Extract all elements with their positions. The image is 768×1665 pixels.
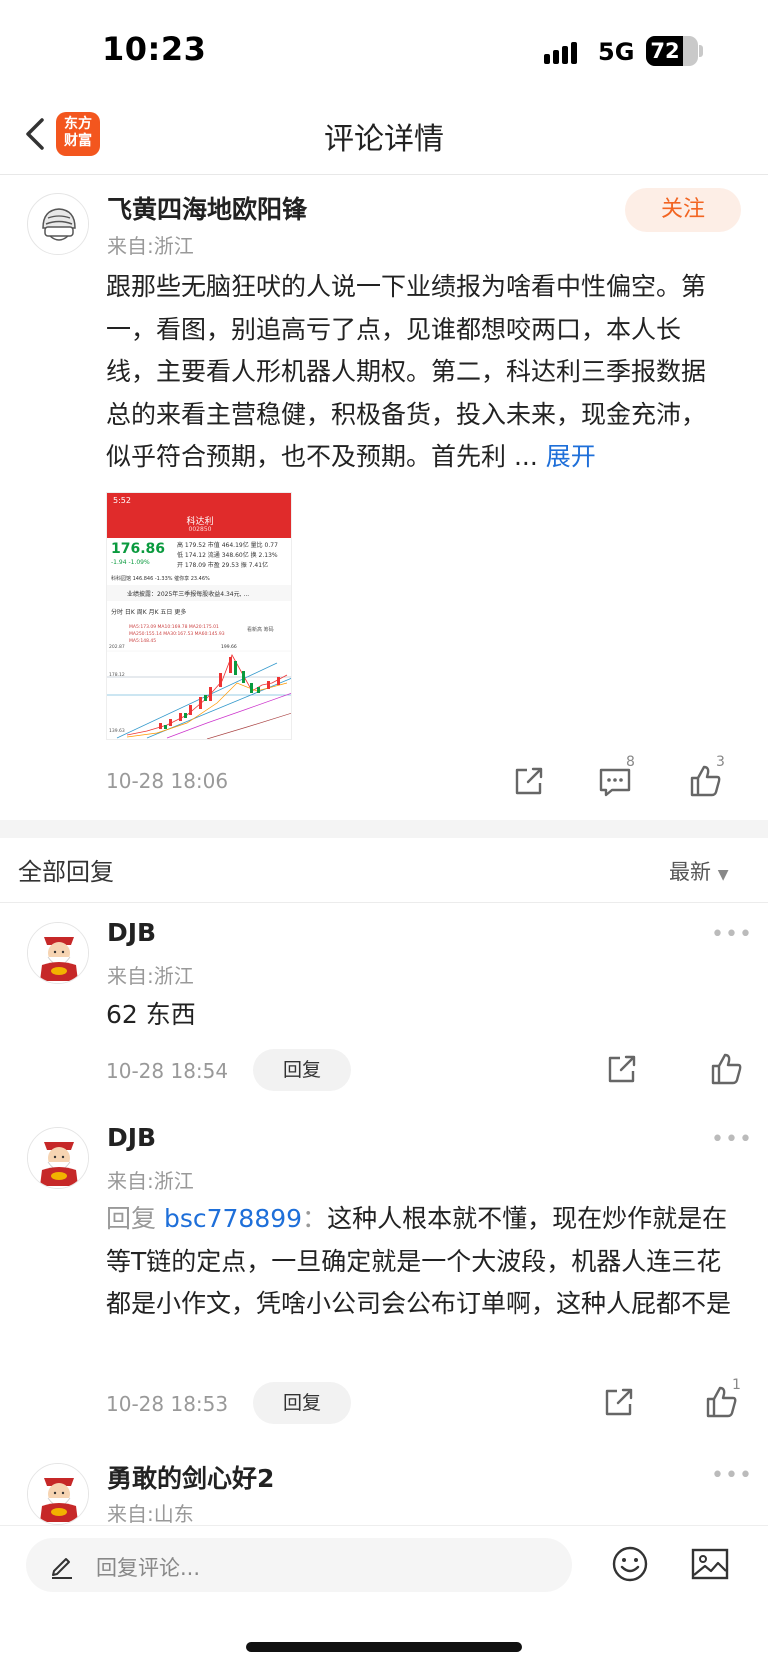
reply-body: 回复 bsc778899：这种人根本就不懂，现在炒作就是在等T链的定点，一旦确定… <box>106 1198 746 1326</box>
reply-text: 62 东西 <box>106 1000 196 1029</box>
image-price: 176.86 <box>111 541 166 557</box>
reply-button[interactable]: 回复 <box>253 1049 351 1091</box>
post-location: 来自:浙江 <box>107 234 194 258</box>
image-ma-line: MA5:173.09 MA10:169.78 MA20:175.01 <box>129 625 219 630</box>
post-author-name[interactable]: 飞黄四海地欧阳锋 <box>107 190 307 226</box>
image-quote-row: 低 174.12 流通 348.60亿 换 2.13% <box>177 552 278 559</box>
reply-location: 来自:浙江 <box>107 964 194 988</box>
page-title: 评论详情 <box>324 122 444 157</box>
reply-input-placeholder: 回复评论... <box>96 1556 201 1580</box>
more-icon[interactable]: ••• <box>711 1127 753 1152</box>
reply-time: 10-28 18:53 <box>106 1392 229 1416</box>
home-indicator <box>246 1642 522 1652</box>
divider <box>0 174 768 175</box>
share-icon[interactable] <box>603 1050 641 1088</box>
fortune-god-avatar-icon <box>28 923 88 983</box>
like-count: 3 <box>716 754 725 770</box>
mention-link[interactable]: bsc778899 <box>164 1204 302 1233</box>
network-label: 5G <box>598 38 635 66</box>
more-icon[interactable]: ••• <box>711 922 753 947</box>
reply-location: 来自:山东 <box>107 1502 194 1526</box>
more-icon[interactable]: ••• <box>711 1463 753 1488</box>
reply-location: 来自:浙江 <box>107 1169 194 1193</box>
replies-title: 全部回复 <box>18 858 114 886</box>
sort-label: 最新 <box>669 860 711 884</box>
reply-time: 10-28 18:54 <box>106 1059 229 1083</box>
status-time: 10:23 <box>102 30 207 68</box>
signal-icon <box>544 42 577 64</box>
post-author-avatar[interactable] <box>27 193 89 255</box>
post-image[interactable]: 5:52 科达利 002850 176.86 -1.94 -1.09% 高 17… <box>106 492 292 740</box>
section-separator <box>0 820 768 838</box>
image-quote-row: 开 178.09 市盈 29.53 振 7.41亿 <box>177 562 269 569</box>
like-count: 1 <box>732 1377 741 1393</box>
image-change-pct: -1.09% <box>128 559 150 566</box>
reply-author-name[interactable]: DJB <box>107 918 156 947</box>
image-quote-table: 高 179.52 市值 464.19亿 量比 0.77 低 174.12 流通 … <box>177 541 291 571</box>
caret-down-icon: ▼ <box>717 867 729 883</box>
like-icon[interactable] <box>707 1050 745 1088</box>
post-body: 跟那些无脑狂吠的人说一下业绩报为啥看中性偏空。第一，看图，别追高亏了点，见谁都想… <box>106 266 726 479</box>
fortune-god-avatar-icon <box>28 1464 88 1524</box>
reply-avatar[interactable] <box>27 1463 89 1525</box>
image-change: -1.94 <box>111 559 127 566</box>
image-tabs: 分时 日K 周K 月K 五日 更多 <box>111 609 187 616</box>
fortune-god-avatar-icon <box>28 1128 88 1188</box>
image-quote-row: 高 179.52 市值 464.19亿 量比 0.77 <box>177 542 278 549</box>
image-right-label: 筹码 <box>263 627 274 633</box>
image-right-label: 看新高 <box>247 627 263 633</box>
image-upload-icon[interactable] <box>690 1545 730 1583</box>
comment-count: 8 <box>626 754 635 770</box>
expand-link[interactable]: 展开 <box>546 442 596 471</box>
reply-button[interactable]: 回复 <box>253 1382 351 1424</box>
helmet-avatar-icon <box>29 195 88 254</box>
post-time: 10-28 18:06 <box>106 769 229 793</box>
candlestick-chart <box>107 650 291 739</box>
reply-prefix: 回复 <box>106 1204 157 1233</box>
battery-icon: 72 <box>646 36 698 66</box>
image-sub-row: 科科园馆 146.846 -1.33% 催你享 23.46% <box>111 576 210 582</box>
follow-button[interactable]: 关注 <box>625 188 741 232</box>
share-icon[interactable] <box>510 762 548 800</box>
emoji-icon[interactable] <box>611 1545 649 1583</box>
battery-nub <box>699 45 703 57</box>
divider <box>0 902 768 903</box>
image-stock-code: 002850 <box>188 526 212 533</box>
sort-dropdown[interactable]: 最新 ▼ <box>669 856 728 886</box>
reply-author-name[interactable]: 勇敢的剑心好2 <box>107 1459 274 1495</box>
reply-avatar[interactable] <box>27 922 89 984</box>
reply-author-name[interactable]: DJB <box>107 1123 156 1152</box>
share-icon[interactable] <box>600 1383 638 1421</box>
image-ma-line-2: MA250:155.14 MA30:167.53 MA60:145.93 <box>129 632 225 637</box>
post-text: 跟那些无脑狂吠的人说一下业绩报为啥看中性偏空。第一，看图，别追高亏了点，见谁都想… <box>106 272 707 471</box>
reply-colon: ： <box>302 1204 328 1233</box>
pencil-icon <box>52 1558 72 1579</box>
reply-avatar[interactable] <box>27 1127 89 1189</box>
image-status-time: 5:52 <box>113 496 131 505</box>
battery-level: 72 <box>650 39 680 63</box>
image-news: 业绩披露：2025年三季报每股收益4.34元, ... <box>127 591 250 598</box>
